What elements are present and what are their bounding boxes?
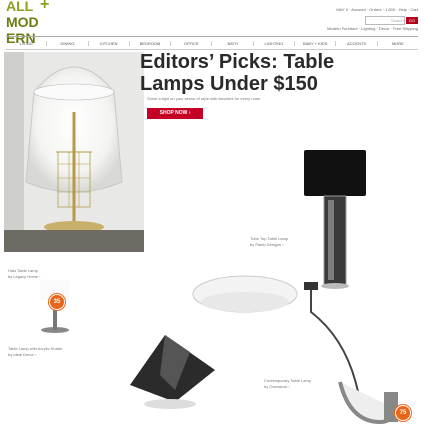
nav-divider [6,49,418,50]
logo-plus-icon: + [40,0,50,13]
hero-lamp-image[interactable] [4,52,144,252]
nav-item-bedroom[interactable]: Bedroom [130,40,172,46]
product-brand[interactable]: by Pablo Designs › [250,242,310,248]
price-badge-contemporary: 75 [395,405,411,421]
nav-item-accents[interactable]: Accents [336,40,378,46]
acrylic-lamp-image[interactable] [120,330,220,410]
header-divider [6,36,418,37]
nav-item-bath[interactable]: Bath [212,40,254,46]
mushroom-lamp-image[interactable] [190,272,300,322]
product-caption-tube: Tube Top Table Lamp by Pablo Designs › [250,236,310,248]
hero-subtext: Shine a light on your sense of style wit… [147,96,261,101]
search-row: Search GO [290,16,418,25]
halo-lamp-image[interactable] [20,280,80,350]
price-badge-halo: 35 [49,294,65,310]
product-caption-halo: Halo Table Lamp by Legacy Home › [8,268,68,280]
hero-headline: Editors’ Picks: Table Lamps Under $150 [140,51,335,95]
logo-text-top: ALL [6,0,34,14]
arc-lamp-image[interactable] [300,282,400,432]
nav-item-more[interactable]: More [378,41,418,46]
nav-item-office[interactable]: Office [171,40,213,46]
top-links[interactable]: MAY 9 · Account · Orders · 1 800 · Help … [290,6,418,13]
product-brand[interactable]: by Overstock › [264,384,320,390]
nav-item-kids[interactable]: Baby + Kids [295,40,337,46]
shop-now-button[interactable]: SHOP NOW › [147,108,203,119]
search-button[interactable]: GO [405,16,418,24]
nav-item-lighting[interactable]: Lighting [254,40,296,46]
header-utility: MAY 9 · Account · Orders · 1 800 · Help … [290,6,418,36]
nav-item-living[interactable]: Living [6,40,48,46]
tube-top-lamp-image[interactable] [300,150,370,290]
product-caption-acrylic: Table Lamp with Acrylic Shade by Ideal D… [8,346,68,358]
product-brand[interactable]: by Ideal Decor › [8,352,68,358]
search-input[interactable]: Search [364,16,405,25]
product-caption-contemporary: Contemporary Table Lamp by Overstock › [264,378,320,390]
main-nav: Living Dining Kitchen Bedroom Office Bat… [6,38,418,48]
site-logo[interactable]: ALL + MOD ERN [6,0,66,46]
nav-item-dining[interactable]: Dining [47,40,89,46]
nav-item-kitchen[interactable]: Kitchen [89,40,130,46]
tagline: Modern Furniture · Lighting · Decor · Fr… [327,26,418,31]
search-placeholder: Search [390,18,404,23]
